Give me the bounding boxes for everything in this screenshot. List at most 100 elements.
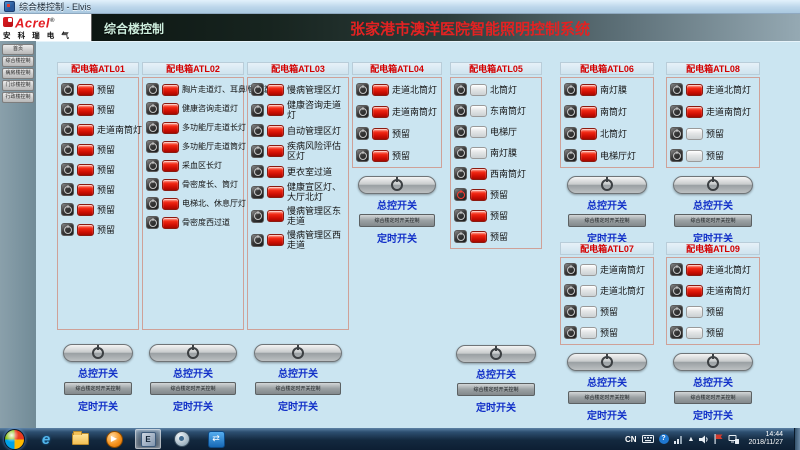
channel-status-indicator[interactable]	[77, 103, 94, 116]
channel-power-toggle[interactable]	[454, 125, 467, 138]
channel-status-indicator[interactable]	[470, 209, 487, 222]
channel-power-toggle[interactable]	[61, 183, 74, 196]
channel-power-toggle[interactable]	[670, 127, 683, 140]
channel-status-indicator[interactable]	[162, 159, 179, 172]
channel-power-toggle[interactable]	[454, 104, 467, 117]
show-desktop-button[interactable]	[794, 428, 800, 450]
channel-status-indicator[interactable]	[77, 223, 94, 236]
channel-power-toggle[interactable]	[146, 178, 159, 191]
channel-status-indicator[interactable]	[470, 104, 487, 117]
help-icon[interactable]: ?	[658, 434, 669, 444]
channel-status-indicator[interactable]	[686, 83, 703, 96]
channel-power-toggle[interactable]	[251, 103, 264, 117]
channel-status-indicator[interactable]	[686, 149, 703, 162]
channel-status-indicator[interactable]	[686, 305, 703, 318]
channel-status-indicator[interactable]	[267, 124, 284, 137]
channel-status-indicator[interactable]	[267, 104, 284, 116]
channel-status-indicator[interactable]	[162, 83, 179, 96]
channel-status-indicator[interactable]	[470, 125, 487, 138]
channel-status-indicator[interactable]	[77, 143, 94, 156]
channel-status-indicator[interactable]	[580, 305, 597, 318]
channel-power-toggle[interactable]	[564, 326, 577, 339]
master-power-button[interactable]	[149, 344, 237, 362]
channel-status-indicator[interactable]	[267, 234, 284, 246]
channel-power-toggle[interactable]	[356, 105, 369, 118]
timer-settings-button[interactable]: 综合楼定时开关控制	[567, 391, 647, 404]
channel-status-indicator[interactable]	[267, 145, 284, 157]
channel-power-toggle[interactable]	[251, 209, 264, 223]
channel-status-indicator[interactable]	[470, 230, 487, 243]
channel-power-toggle[interactable]	[670, 305, 683, 318]
channel-status-indicator[interactable]	[580, 83, 597, 96]
channel-power-toggle[interactable]	[564, 263, 577, 276]
channel-status-indicator[interactable]	[686, 284, 703, 297]
channel-status-indicator[interactable]	[470, 167, 487, 180]
channel-status-indicator[interactable]	[77, 203, 94, 216]
channel-power-toggle[interactable]	[670, 105, 683, 118]
signal-icon[interactable]	[673, 435, 683, 444]
channel-power-toggle[interactable]	[146, 102, 159, 115]
sidebar-nav-button[interactable]: 综合楼控制	[2, 56, 34, 67]
channel-status-indicator[interactable]	[686, 105, 703, 118]
channel-status-indicator[interactable]	[470, 83, 487, 96]
channel-power-toggle[interactable]	[454, 146, 467, 159]
channel-power-toggle[interactable]	[61, 203, 74, 216]
timer-settings-button[interactable]: 综合楼定时开关控制	[150, 382, 236, 395]
channel-power-toggle[interactable]	[356, 127, 369, 140]
master-power-button[interactable]	[456, 345, 536, 363]
master-power-button[interactable]	[62, 344, 134, 362]
channel-power-toggle[interactable]	[251, 165, 264, 178]
system-tool-icon[interactable]	[169, 429, 195, 449]
channel-power-toggle[interactable]	[356, 83, 369, 96]
window-titlebar[interactable]: 综合楼控制 - Elvis	[0, 0, 800, 14]
media-player-icon[interactable]: ▶	[101, 429, 127, 449]
keyboard-icon[interactable]	[641, 435, 654, 443]
sidebar-nav-button[interactable]: 首页	[2, 44, 34, 55]
master-power-button[interactable]	[358, 176, 436, 194]
channel-status-indicator[interactable]	[580, 149, 597, 162]
channel-status-indicator[interactable]	[686, 263, 703, 276]
channel-power-toggle[interactable]	[146, 216, 159, 229]
timer-settings-button[interactable]: 综合楼定时开关控制	[63, 382, 133, 395]
channel-power-toggle[interactable]	[564, 305, 577, 318]
channel-power-toggle[interactable]	[454, 167, 467, 180]
channel-power-toggle[interactable]	[146, 121, 159, 134]
channel-power-toggle[interactable]	[251, 124, 264, 137]
channel-power-toggle[interactable]	[251, 233, 264, 247]
channel-power-toggle[interactable]	[670, 284, 683, 297]
channel-status-indicator[interactable]	[372, 149, 389, 162]
channel-power-toggle[interactable]	[454, 230, 467, 243]
timer-settings-button[interactable]: 综合楼定时开关控制	[567, 214, 647, 227]
channel-power-toggle[interactable]	[146, 159, 159, 172]
channel-power-toggle[interactable]	[454, 209, 467, 222]
channel-power-toggle[interactable]	[146, 140, 159, 153]
channel-power-toggle[interactable]	[564, 105, 577, 118]
internet-explorer-icon[interactable]: e	[33, 429, 59, 449]
channel-status-indicator[interactable]	[686, 326, 703, 339]
master-power-button[interactable]	[672, 176, 754, 194]
channel-status-indicator[interactable]	[162, 216, 179, 229]
taskbar-clock[interactable]: 14:44 2018/11/27	[744, 431, 789, 447]
channel-status-indicator[interactable]	[580, 326, 597, 339]
start-button[interactable]	[4, 428, 25, 450]
channel-power-toggle[interactable]	[251, 185, 264, 199]
action-center-alert-icon[interactable]	[714, 434, 723, 444]
show-hidden-icons-icon[interactable]: ▲	[688, 436, 695, 443]
channel-status-indicator[interactable]	[77, 83, 94, 96]
channel-power-toggle[interactable]	[61, 163, 74, 176]
timer-settings-button[interactable]: 综合楼定时开关控制	[359, 214, 435, 227]
language-indicator[interactable]: CN	[625, 435, 637, 444]
channel-power-toggle[interactable]	[61, 123, 74, 136]
master-power-button[interactable]	[566, 176, 648, 194]
channel-power-toggle[interactable]	[564, 149, 577, 162]
channel-power-toggle[interactable]	[61, 103, 74, 116]
channel-power-toggle[interactable]	[251, 144, 264, 158]
channel-power-toggle[interactable]	[61, 83, 74, 96]
channel-status-indicator[interactable]	[162, 140, 179, 153]
channel-status-indicator[interactable]	[580, 105, 597, 118]
channel-status-indicator[interactable]	[580, 263, 597, 276]
master-power-button[interactable]	[254, 344, 342, 362]
file-explorer-icon[interactable]	[67, 429, 93, 449]
channel-status-indicator[interactable]	[686, 127, 703, 140]
channel-status-indicator[interactable]	[267, 210, 284, 222]
